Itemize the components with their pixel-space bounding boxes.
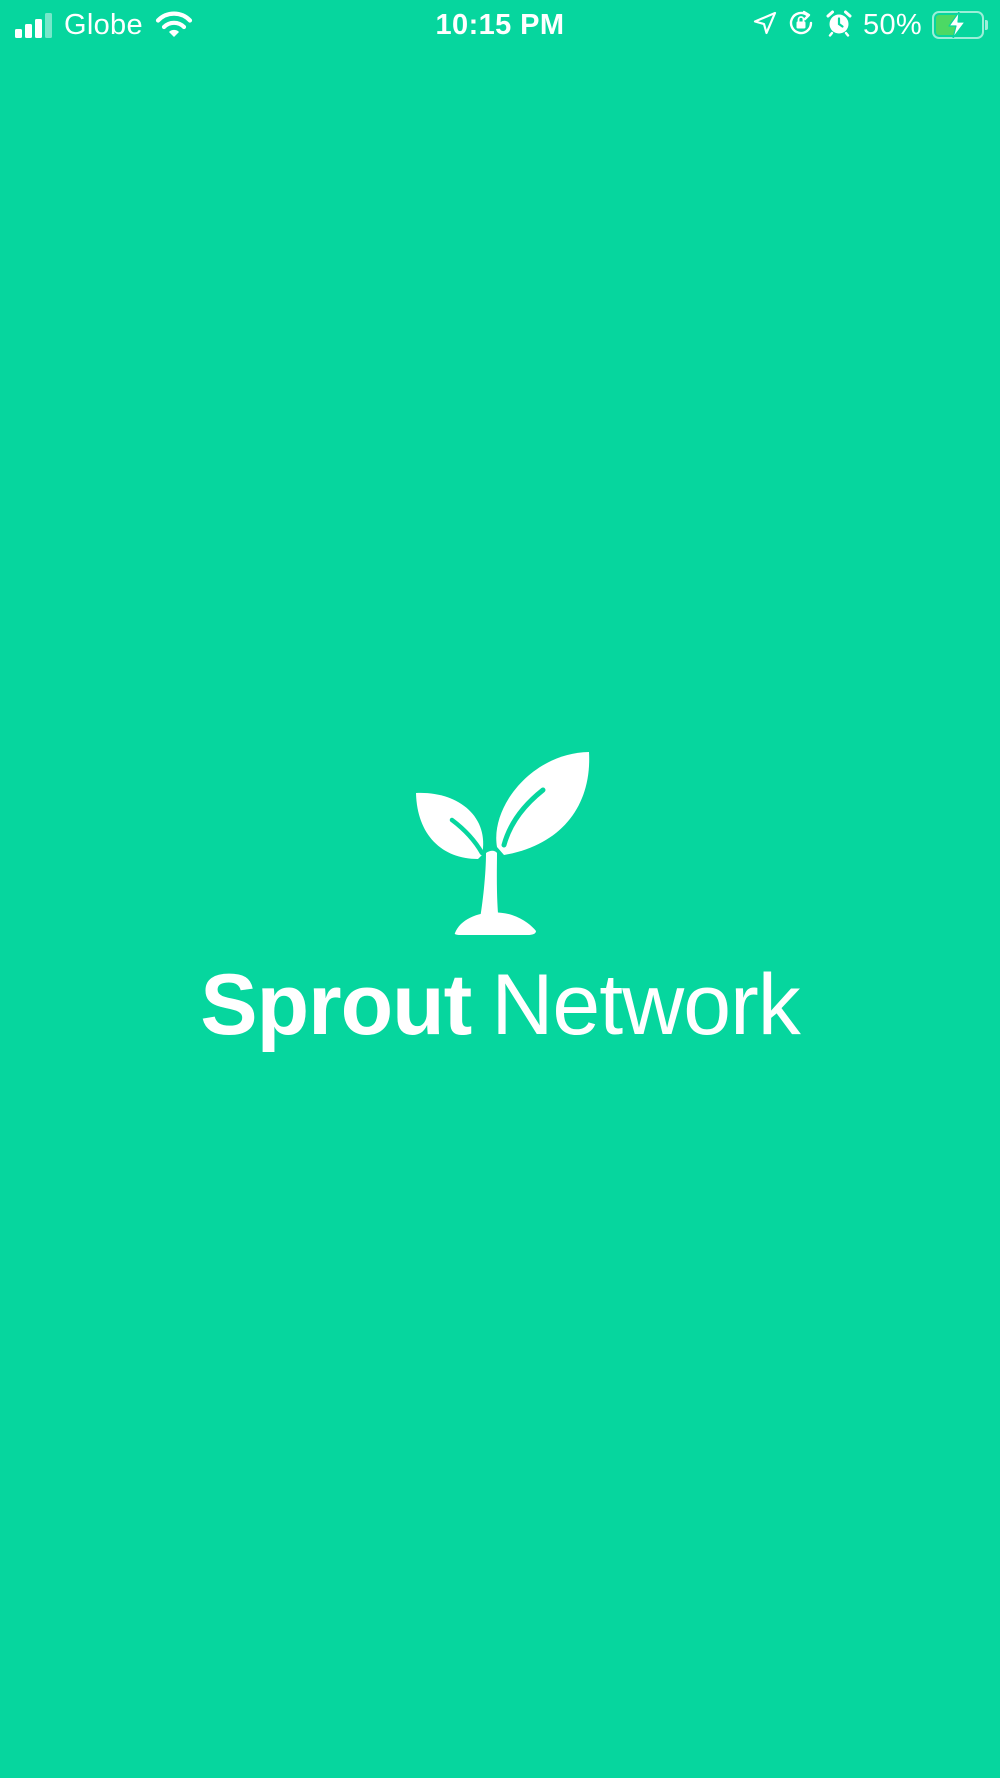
battery-percentage: 50% <box>863 8 922 41</box>
orientation-lock-icon <box>787 9 815 42</box>
brand-wordmark: Sprout Network <box>0 955 1000 1055</box>
battery-charging-icon <box>932 11 988 39</box>
alarm-icon <box>825 9 853 42</box>
brand-name-bold: Sprout <box>200 957 472 1053</box>
location-arrow-icon <box>753 11 777 40</box>
status-bar-right: 50% <box>753 8 988 42</box>
status-bar: Globe 10:15 PM 50% <box>0 0 1000 50</box>
brand-name-light: Network <box>491 957 800 1053</box>
sprout-icon <box>416 752 590 935</box>
